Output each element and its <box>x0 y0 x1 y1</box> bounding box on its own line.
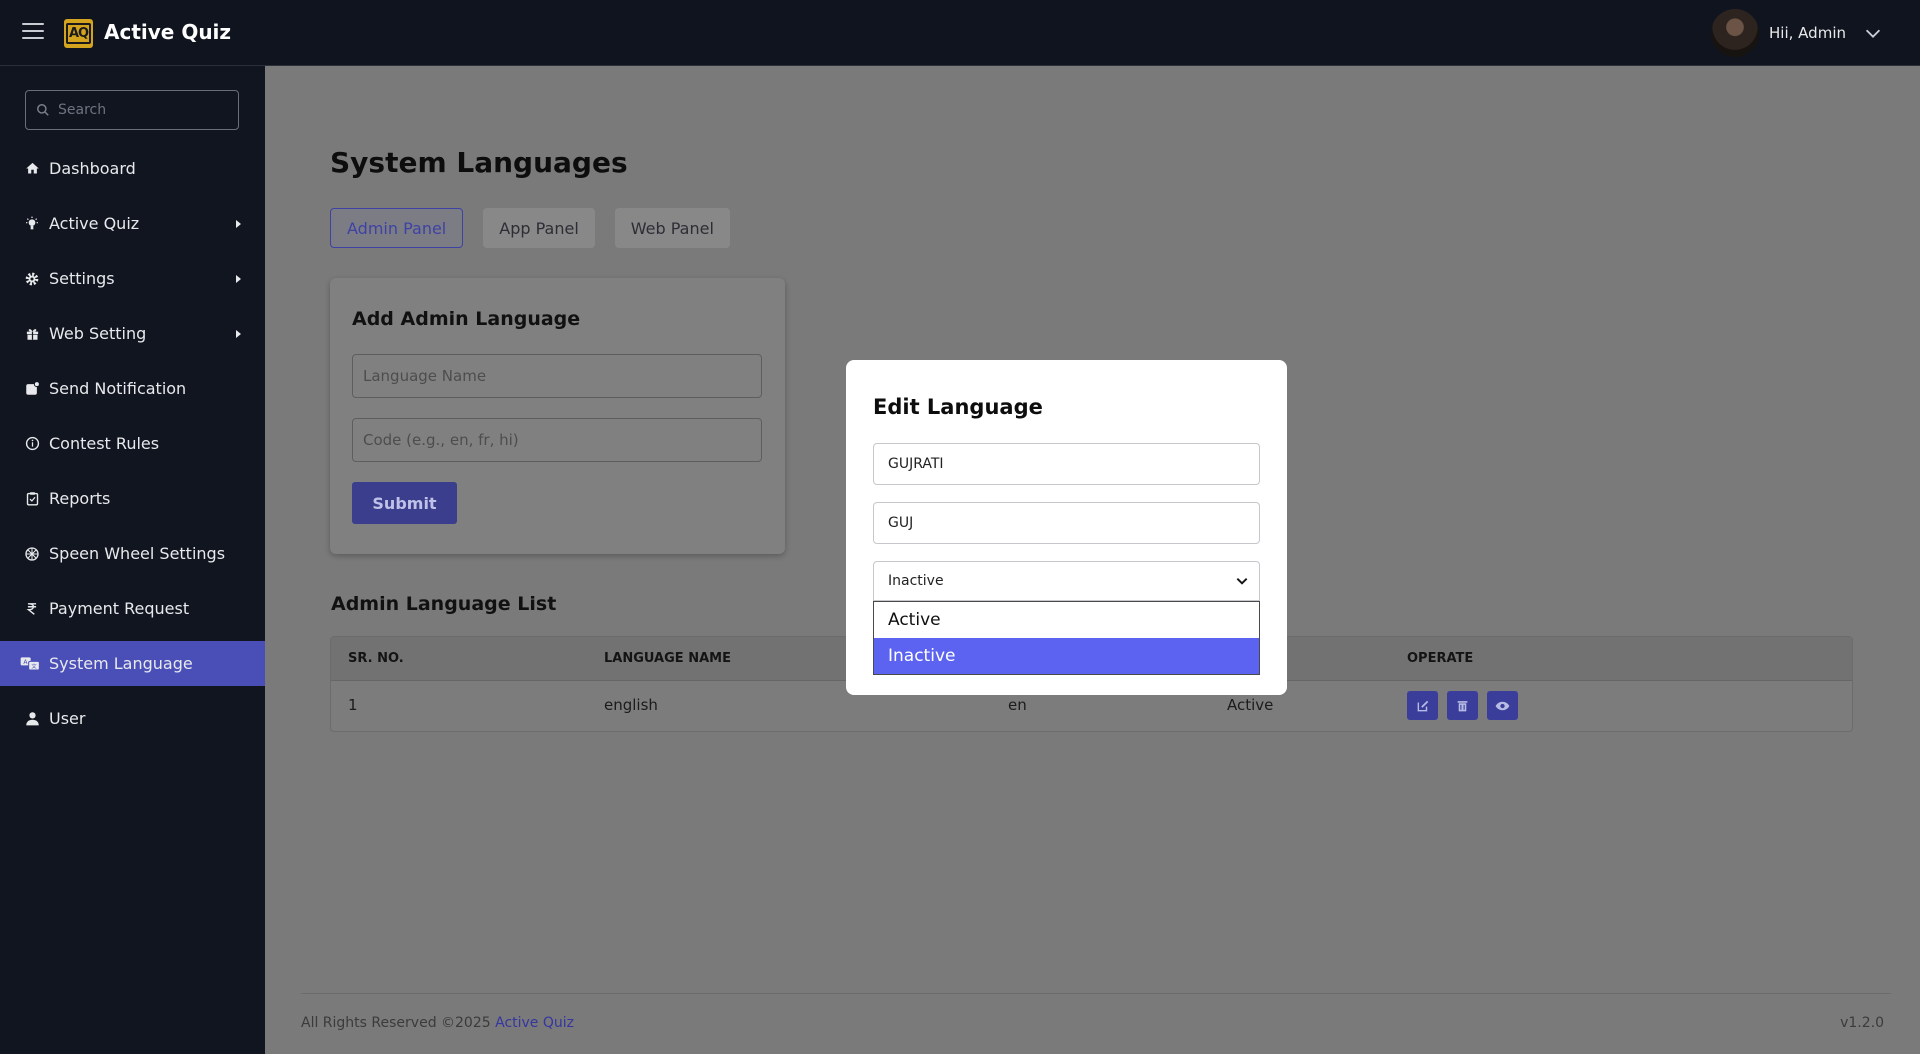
sidebar-item-label: Web Setting <box>49 324 147 343</box>
rupee-icon <box>24 601 40 617</box>
page-title: System Languages <box>330 146 628 179</box>
user-icon <box>24 711 40 727</box>
sidebar-item-contest-rules[interactable]: Contest Rules <box>0 421 265 466</box>
column-header-operate: OPERATE <box>1407 651 1474 666</box>
status-select[interactable]: Inactive <box>873 561 1260 601</box>
search-input[interactable] <box>58 102 228 118</box>
language-name-input[interactable] <box>352 354 762 398</box>
delete-button[interactable] <box>1447 691 1478 720</box>
modal-title: Edit Language <box>873 395 1043 419</box>
column-header-language-name: LANGUAGE NAME <box>604 651 731 666</box>
sidebar-item-web-setting[interactable]: Web Setting <box>0 311 265 356</box>
footer-brand-link[interactable]: Active Quiz <box>495 1015 574 1031</box>
status-selected-value: Inactive <box>888 573 944 589</box>
sidebar-item-label: Payment Request <box>49 599 190 618</box>
row-language-code: en <box>1008 696 1027 714</box>
sidebar-item-label: Speen Wheel Settings <box>49 544 226 563</box>
sidebar-item-payment-request[interactable]: Payment Request <box>0 586 265 631</box>
sidebar-item-dashboard[interactable]: Dashboard <box>0 146 265 191</box>
panel-tabs: Admin Panel App Panel Web Panel <box>330 208 730 248</box>
eye-icon <box>1495 701 1510 710</box>
wheel-icon <box>24 546 40 562</box>
gear-icon <box>24 271 40 287</box>
sidebar-item-label: Contest Rules <box>49 434 160 453</box>
view-button[interactable] <box>1487 691 1518 720</box>
sidebar-nav: Dashboard Active Quiz Settings Web Setti… <box>0 146 265 751</box>
language-icon: A文 <box>20 656 40 672</box>
info-icon <box>24 436 40 452</box>
notification-icon <box>24 381 40 397</box>
home-icon <box>24 161 40 177</box>
sidebar-item-user[interactable]: User <box>0 696 265 741</box>
brand-name: Active Quiz <box>104 20 232 44</box>
submit-button[interactable]: Submit <box>352 482 457 524</box>
sidebar-item-settings[interactable]: Settings <box>0 256 265 301</box>
row-operations <box>1407 691 1518 720</box>
language-list-title: Admin Language List <box>331 593 557 615</box>
edit-language-name-input[interactable] <box>873 443 1260 485</box>
tab-app-panel[interactable]: App Panel <box>483 208 595 248</box>
caret-right-icon <box>236 275 241 283</box>
sidebar-item-label: Reports <box>49 489 111 508</box>
top-bar: AQ Active Quiz Hii, Admin <box>0 0 1920 66</box>
footer-copyright: All Rights Reserved ©2025 Active Quiz <box>301 1015 574 1031</box>
footer-rights-text: All Rights Reserved ©2025 <box>301 1015 491 1031</box>
status-dropdown: Active Inactive <box>873 601 1260 675</box>
sidebar-item-reports[interactable]: Reports <box>0 476 265 521</box>
avatar[interactable] <box>1711 9 1760 57</box>
add-language-title: Add Admin Language <box>352 308 581 330</box>
trash-icon <box>1457 700 1468 711</box>
caret-right-icon <box>236 220 241 228</box>
search-icon <box>37 104 49 116</box>
row-language-name: english <box>604 696 658 714</box>
sidebar: Dashboard Active Quiz Settings Web Setti… <box>0 66 265 1054</box>
edit-language-modal: Edit Language Inactive Active Inactive <box>846 360 1287 695</box>
row-status: Active <box>1227 696 1274 714</box>
status-option-active[interactable]: Active <box>874 602 1259 638</box>
language-code-input[interactable] <box>352 418 762 462</box>
chevron-down-icon[interactable] <box>1862 22 1884 44</box>
status-option-inactive[interactable]: Inactive <box>874 638 1259 674</box>
add-language-card: Add Admin Language Submit <box>330 278 785 554</box>
edit-icon <box>1417 700 1428 711</box>
sidebar-search[interactable] <box>25 90 239 130</box>
sidebar-item-label: Dashboard <box>49 159 136 178</box>
footer-version: v1.2.0 <box>1840 1015 1884 1031</box>
tab-admin-panel[interactable]: Admin Panel <box>330 208 464 248</box>
user-menu[interactable]: Hii, Admin <box>1711 9 1884 57</box>
chevron-down-icon <box>1236 578 1248 585</box>
clipboard-icon <box>24 491 40 507</box>
brand-logo: AQ <box>64 19 93 48</box>
gift-icon <box>24 326 40 342</box>
row-sr-no: 1 <box>348 696 358 714</box>
footer-divider <box>301 993 1891 994</box>
sidebar-item-active-quiz[interactable]: Active Quiz <box>0 201 265 246</box>
user-greeting: Hii, Admin <box>1769 24 1846 42</box>
sidebar-item-label: Send Notification <box>49 379 187 398</box>
column-header-sr-no: SR. NO. <box>348 651 404 666</box>
sidebar-item-system-language[interactable]: A文 System Language <box>0 641 265 686</box>
caret-right-icon <box>236 330 241 338</box>
edit-button[interactable] <box>1407 691 1438 720</box>
sidebar-item-label: User <box>49 709 86 728</box>
brand-logo-text: AQ <box>65 23 92 44</box>
sidebar-item-send-notification[interactable]: Send Notification <box>0 366 265 411</box>
lightbulb-icon <box>24 216 40 232</box>
tab-web-panel[interactable]: Web Panel <box>614 208 730 248</box>
edit-language-code-input[interactable] <box>873 502 1260 544</box>
menu-toggle-icon[interactable] <box>22 23 44 41</box>
sidebar-item-label: Active Quiz <box>49 214 140 233</box>
sidebar-item-label: System Language <box>49 654 193 673</box>
sidebar-item-speen-wheel-settings[interactable]: Speen Wheel Settings <box>0 531 265 576</box>
sidebar-item-label: Settings <box>49 269 115 288</box>
